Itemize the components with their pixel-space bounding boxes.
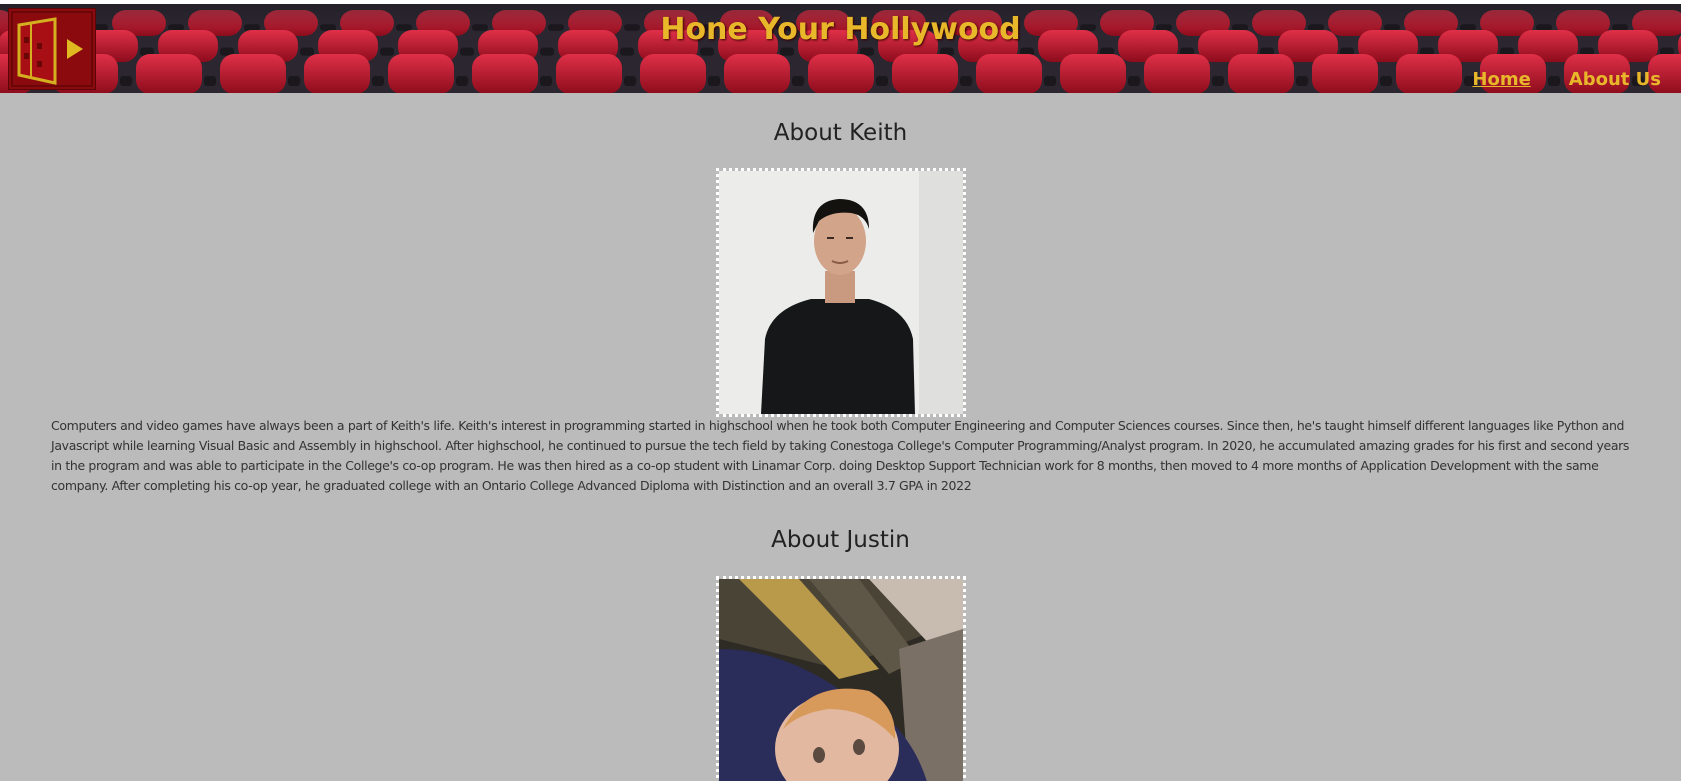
about-justin-heading: About Justin <box>771 527 910 553</box>
seat-shape <box>388 54 454 93</box>
keith-bio: Computers and video games have always be… <box>51 418 1630 493</box>
seat-armrest-shape <box>1380 76 1392 86</box>
keith-portrait-image <box>719 171 963 414</box>
seat-shape <box>1396 54 1462 93</box>
seat-shape <box>304 54 370 93</box>
site-title: Hone Your Hollywood <box>660 12 1021 47</box>
seat-armrest-shape <box>288 76 300 86</box>
seat-shape <box>136 54 202 93</box>
justin-portrait-image <box>719 579 963 781</box>
main-nav: Home About Us <box>1472 69 1661 90</box>
seat-armrest-shape <box>1128 76 1140 86</box>
seat-shape <box>1312 54 1378 93</box>
nav-about-us-link[interactable]: About Us <box>1569 69 1661 90</box>
seat-armrest-shape <box>372 76 384 86</box>
seat-armrest-shape <box>380 47 394 56</box>
seat-shape <box>724 54 790 93</box>
seat-shape <box>220 54 286 93</box>
seat-armrest-shape <box>1212 76 1224 86</box>
seat-armrest-shape <box>700 47 714 56</box>
seat-shape <box>1144 54 1210 93</box>
seat-armrest-shape <box>876 76 888 86</box>
seat-shape <box>808 54 874 93</box>
seat-armrest-shape <box>540 47 554 56</box>
seat-shape <box>892 54 958 93</box>
seat-shape <box>976 54 1042 93</box>
seat-armrest-shape <box>960 76 972 86</box>
page: Hone Your Hollywood Home About Us About … <box>0 4 1681 781</box>
justin-photo <box>716 576 966 781</box>
seat-shape <box>556 54 622 93</box>
seat-armrest-shape <box>708 76 720 86</box>
seat-armrest-shape <box>792 76 804 86</box>
seat-armrest-shape <box>624 76 636 86</box>
seat-armrest-shape <box>620 47 634 56</box>
seat-shape <box>472 54 538 93</box>
seat-armrest-shape <box>204 76 216 86</box>
seat-armrest-shape <box>456 76 468 86</box>
seat-armrest-shape <box>120 76 132 86</box>
seat-armrest-shape <box>300 47 314 56</box>
seat-armrest-shape <box>1044 76 1056 86</box>
seat-shape <box>1228 54 1294 93</box>
seat-shape <box>1060 54 1126 93</box>
seat-armrest-shape <box>780 47 794 56</box>
about-keith-heading: About Keith <box>773 120 908 146</box>
keith-photo <box>716 168 966 417</box>
header-banner: Hone Your Hollywood Home About Us <box>0 4 1681 93</box>
seat-armrest-shape <box>1296 76 1308 86</box>
seat-armrest-shape <box>540 76 552 86</box>
seat-shape <box>640 54 706 93</box>
seat-armrest-shape <box>460 47 474 56</box>
nav-home-link[interactable]: Home <box>1472 69 1530 90</box>
